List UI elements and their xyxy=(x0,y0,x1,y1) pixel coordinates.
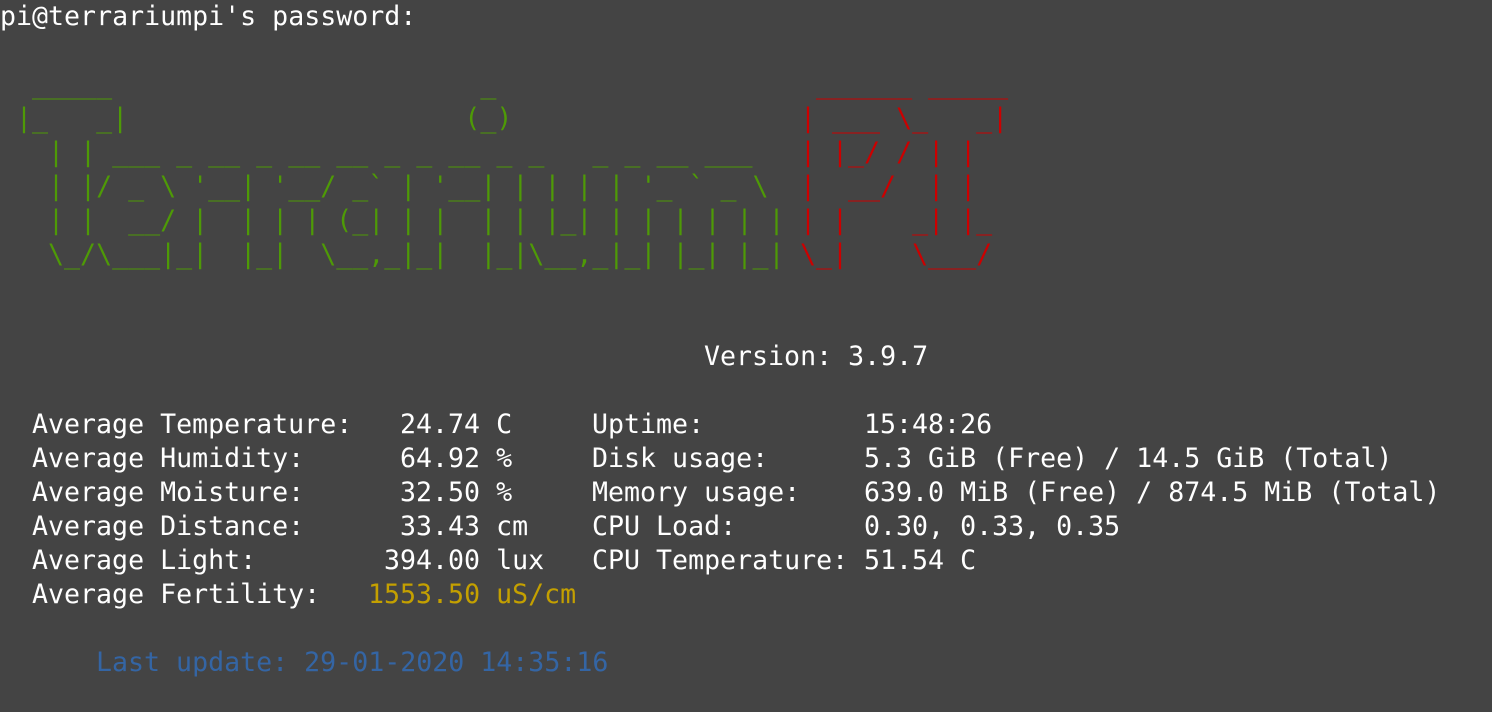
system-value-memory: 639.0 MiB (Free) / 874.5 MiB (Total) xyxy=(864,477,1441,508)
logo-pi-line-6: \_| \___/ xyxy=(800,239,993,270)
logo-line-5: | | __/ | | | | (_| | | | | |_| | | | | … xyxy=(0,204,785,238)
logo-line-6: \_/\___|_| |_| \__,_|_| |_|\__,_|_| |_| … xyxy=(0,238,785,272)
sensor-value-temperature: 24.74 C xyxy=(400,409,513,440)
logo-pi-line-5: | | _| |_ xyxy=(800,205,993,236)
last-update-label: Last update: xyxy=(96,647,289,678)
sensor-label-temperature: Average Temperature: xyxy=(32,409,353,440)
sensor-value-humidity: 64.92 % xyxy=(400,443,513,474)
last-update-line: Last update: 29-01-2020 14:35:16 xyxy=(96,646,608,680)
version-value: 3.9.7 xyxy=(848,341,929,372)
logo-line-4: | |/ _ \ '__| '__/ _` | '__| | | | | '_ … xyxy=(0,170,769,204)
system-value-disk: 5.3 GiB (Free) / 14.5 GiB (Total) xyxy=(864,443,1393,474)
sensor-label-humidity: Average Humidity: xyxy=(32,443,305,474)
logo-pi-line-3: | |_/ / | | xyxy=(800,137,977,168)
system-label-uptime: Uptime: xyxy=(592,409,705,440)
terminal-window[interactable]: pi@terrariumpi's password: _____ _ |_ _|… xyxy=(0,0,1492,712)
logo-pi-line-4: | __/ | | xyxy=(800,171,977,202)
logo-line-1: _____ _ xyxy=(0,68,496,102)
system-label-cpu-load: CPU Load: xyxy=(592,511,737,542)
sensor-value-moisture: 32.50 % xyxy=(400,477,513,508)
logo-line-3: | | ___ _ __ _ __ __ _ _ __ _ _ _ _ __ _… xyxy=(0,136,753,170)
sensor-value-fertility: 1553.50 uS/cm xyxy=(368,579,577,610)
system-label-memory: Memory usage: xyxy=(592,477,801,508)
system-label-cpu-temperature: CPU Temperature: xyxy=(592,545,849,576)
sensor-label-distance: Average Distance: xyxy=(32,511,305,542)
sensor-value-light: 394.00 lux xyxy=(384,545,545,576)
logo-terrarium-part: | | ___ _ __ _ __ __ _ _ __ _ _ _ _ __ _… xyxy=(0,137,753,168)
sensor-value-distance: 33.43 cm xyxy=(400,511,529,542)
version-line: Version: 3.9.7 xyxy=(704,340,928,374)
version-label: Version: xyxy=(704,341,833,372)
logo-terrarium-part: _____ _ xyxy=(0,69,497,100)
system-value-cpu-load: 0.30, 0.33, 0.35 xyxy=(864,511,1121,542)
sensor-label-light: Average Light: xyxy=(32,545,257,576)
sensor-label-fertility: Average Fertility: xyxy=(32,579,321,610)
logo-line-2: |_ _| (_) xyxy=(0,102,512,136)
logo-terrarium-part: | |/ _ \ '__| '__/ _` | '__| | | | | '_ … xyxy=(0,171,769,202)
logo-terrarium-part: | | __/ | | | | (_| | | | | |_| | | | | … xyxy=(0,205,785,236)
logo-terrarium-part: |_ _| (_) xyxy=(0,103,513,134)
last-update-value: 29-01-2020 14:35:16 xyxy=(304,647,609,678)
system-value-cpu-temperature: 51.54 C xyxy=(864,545,977,576)
system-label-disk: Disk usage: xyxy=(592,443,769,474)
logo-pi-line-2: | ___ \_ _| xyxy=(800,103,1009,134)
password-prompt: pi@terrariumpi's password: xyxy=(0,1,417,32)
logo-terrarium-part: \_/\___|_| |_| \__,_|_| |_|\__,_|_| |_| … xyxy=(0,239,785,270)
logo-pi-line-1: ______ _____ xyxy=(800,69,1009,100)
system-value-uptime: 15:48:26 xyxy=(864,409,993,440)
sensor-label-moisture: Average Moisture: xyxy=(32,477,305,508)
